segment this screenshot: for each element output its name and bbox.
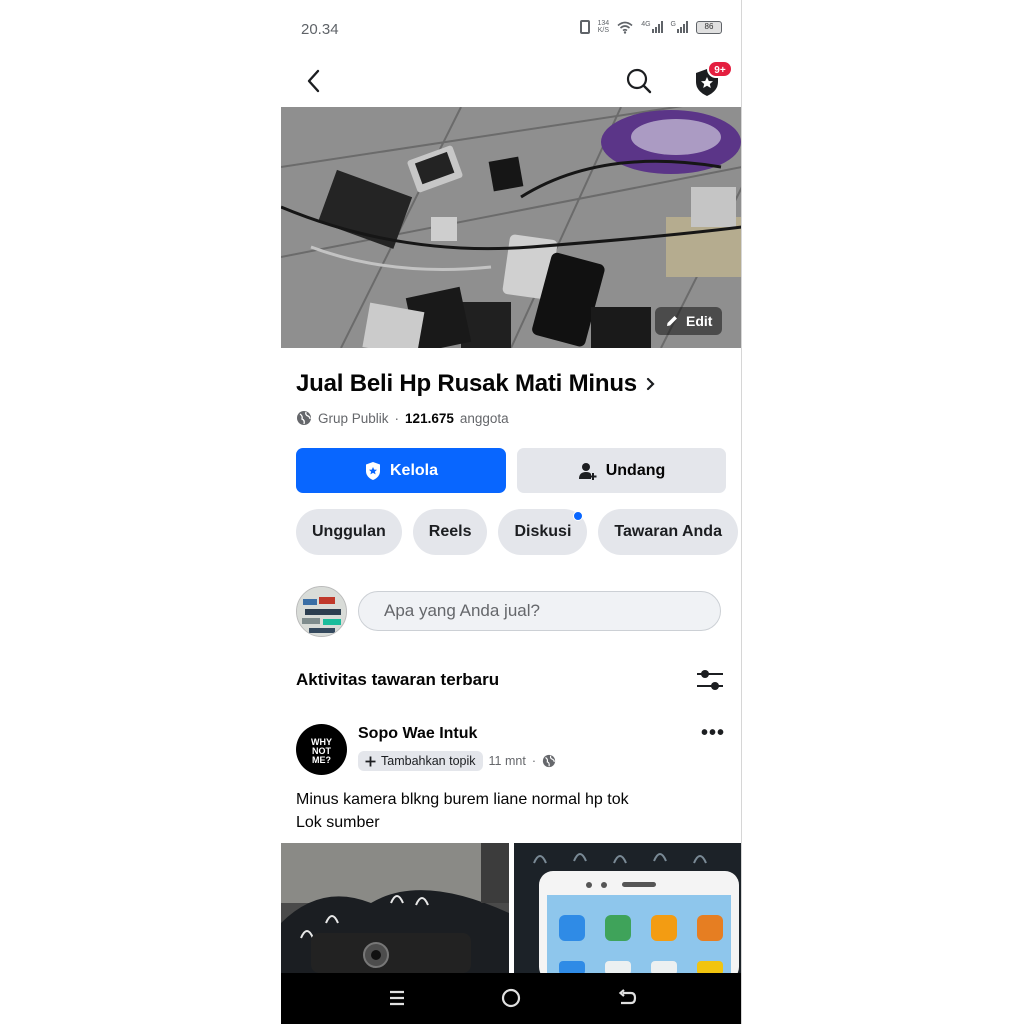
phone-screen-photo [514, 843, 742, 973]
filter-sliders-icon[interactable] [695, 666, 725, 694]
post-text-line-2: Lok sumber [296, 814, 380, 831]
signal-g-label: G [670, 21, 676, 28]
new-activity-dot [573, 511, 584, 521]
plus-icon [365, 756, 376, 766]
meta-separator: · [394, 410, 400, 426]
network-speed-unit: K/S [597, 27, 609, 34]
tab-reels[interactable]: Reels [412, 509, 488, 555]
wifi-icon [617, 21, 633, 34]
add-person-icon [578, 462, 597, 480]
network-speed: 134 K/S [598, 20, 610, 34]
back-arrow-icon[interactable] [299, 66, 329, 96]
group-cover-photo[interactable]: Edit [281, 107, 742, 348]
notification-badge: 9+ [707, 60, 733, 78]
home-icon[interactable] [498, 985, 524, 1011]
system-navigation-bar [281, 973, 742, 1024]
status-bar: 20.34 134 K/S 4G G 86 [281, 0, 742, 58]
signal-4g-icon: 4G [641, 21, 663, 33]
group-tabs: Unggulan Reels Diskusi Tawaran Anda [296, 509, 742, 555]
tab-your-listings-label: Tawaran Anda [614, 523, 722, 540]
vibrate-icon [579, 20, 590, 34]
add-topic-label: Tambahkan topik [381, 754, 476, 768]
status-icons: 134 K/S 4G G 86 [579, 20, 722, 34]
chevron-right-icon [646, 377, 655, 391]
group-privacy: Grup Publik [318, 410, 389, 426]
tab-featured[interactable]: Unggulan [296, 509, 402, 555]
invite-label: Undang [605, 461, 666, 479]
composer-placeholder: Apa yang Anda jual? [384, 601, 540, 620]
pencil-icon [667, 316, 677, 326]
manage-button[interactable]: Kelola [296, 448, 506, 493]
post-time: 11 mnt [488, 754, 526, 768]
signal-4g-label: 4G [641, 21, 651, 28]
phone-screen: 20.34 134 K/S 4G G 86 9+ Edit Jual Beli … [281, 0, 742, 1024]
post-body: Minus kamera blkng burem liane normal hp… [296, 788, 629, 834]
post-photo-1[interactable] [281, 843, 509, 973]
profile-photo [297, 587, 346, 636]
post-author-name[interactable]: Sopo Wae Intuk [358, 725, 477, 743]
section-title: Aktivitas tawaran terbaru [296, 670, 500, 689]
edit-cover-label: Edit [686, 313, 713, 329]
group-name: Jual Beli Hp Rusak Mati Minus [296, 370, 637, 397]
post-text-line-1: Minus kamera blkng burem liane normal hp… [296, 791, 629, 808]
post-author-avatar[interactable]: WHY NOT ME? [296, 724, 347, 775]
post-subtitle: Tambahkan topik 11 mnt · [358, 751, 556, 771]
tab-discussion[interactable]: Diskusi [498, 509, 588, 555]
search-icon[interactable] [624, 66, 654, 96]
member-count: 121.675 [405, 410, 454, 426]
member-label: anggota [459, 410, 509, 426]
tab-featured-label: Unggulan [312, 523, 386, 540]
globe-icon [542, 754, 556, 768]
status-time: 20.34 [301, 21, 339, 38]
battery-icon: 86 [696, 20, 722, 34]
tab-your-listings[interactable]: Tawaran Anda [598, 509, 738, 555]
tab-reels-label: Reels [428, 523, 472, 540]
back-nav-icon[interactable] [614, 985, 640, 1011]
recent-apps-icon[interactable] [384, 985, 410, 1011]
add-topic-button[interactable]: Tambahkan topik [358, 751, 483, 771]
group-meta: Grup Publik · 121.675 anggota [296, 410, 509, 426]
network-speed-value: 134 [597, 20, 610, 27]
top-app-bar: 9+ [281, 58, 742, 106]
more-options-icon[interactable]: ••• [701, 722, 725, 745]
edit-cover-button[interactable]: Edit [655, 307, 723, 335]
globe-icon [297, 411, 311, 425]
avatar-logo-text: WHY NOT ME? [311, 737, 332, 765]
phone-back-photo [281, 843, 509, 973]
post-meta-separator: · [531, 754, 536, 768]
manage-label: Kelola [389, 461, 438, 479]
signal-g-icon: G [671, 21, 688, 33]
avatar[interactable] [296, 586, 347, 637]
screen-edge [741, 0, 742, 1024]
post-photo-2[interactable] [514, 843, 742, 973]
tab-discussion-label: Diskusi [514, 523, 572, 540]
admin-shield-icon [365, 461, 380, 480]
sell-post-composer[interactable]: Apa yang Anda jual? [358, 591, 721, 631]
invite-button[interactable]: Undang [517, 448, 726, 493]
group-title[interactable]: Jual Beli Hp Rusak Mati Minus [296, 370, 657, 398]
